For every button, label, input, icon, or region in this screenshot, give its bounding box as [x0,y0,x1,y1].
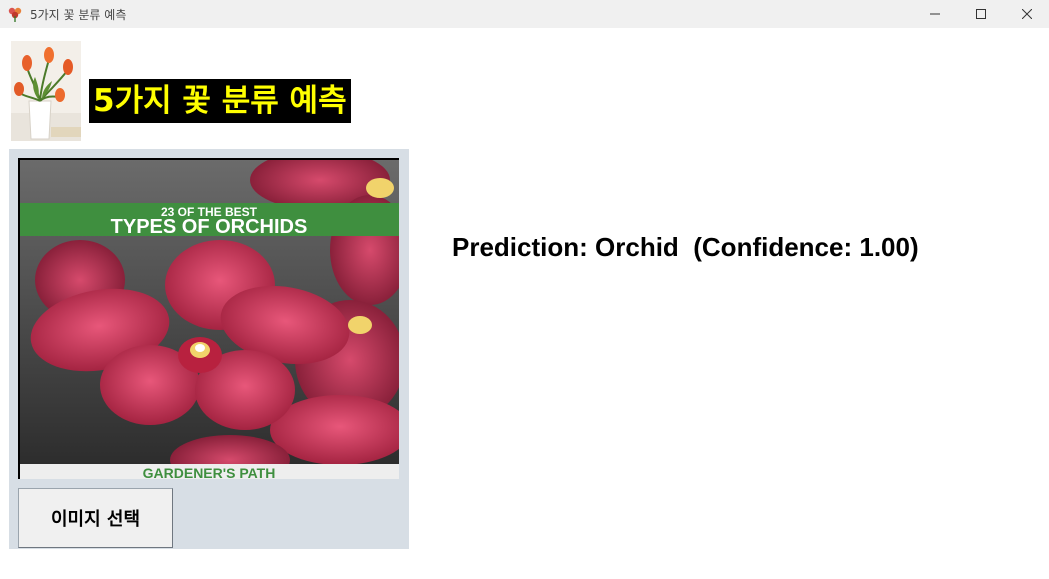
orchid-preview-image: 23 OF THE BEST TYPES OF ORCHIDS GARDENER… [20,160,399,479]
footer-text: GARDENER'S PATH [143,465,276,479]
close-button[interactable] [1004,0,1049,28]
image-preview-frame: 23 OF THE BEST TYPES OF ORCHIDS GARDENER… [18,158,399,479]
window-titlebar: 5가지 꽃 분류 예측 [0,0,1049,28]
maximize-icon [976,9,986,19]
image-panel: 23 OF THE BEST TYPES OF ORCHIDS GARDENER… [9,149,409,549]
tulip-vase-image [11,41,81,141]
window-title: 5가지 꽃 분류 예측 [30,8,127,22]
app-title: 5가지 꽃 분류 예측 [89,79,351,123]
flower-app-icon [7,6,23,22]
maximize-button[interactable] [958,0,1004,28]
select-image-button[interactable]: 이미지 선택 [18,488,173,548]
minimize-button[interactable] [912,0,958,28]
banner-main-text: TYPES OF ORCHIDS [111,216,308,238]
minimize-icon [930,13,940,15]
close-icon [1022,9,1032,19]
prediction-result: Prediction: Orchid (Confidence: 1.00) [452,232,919,262]
